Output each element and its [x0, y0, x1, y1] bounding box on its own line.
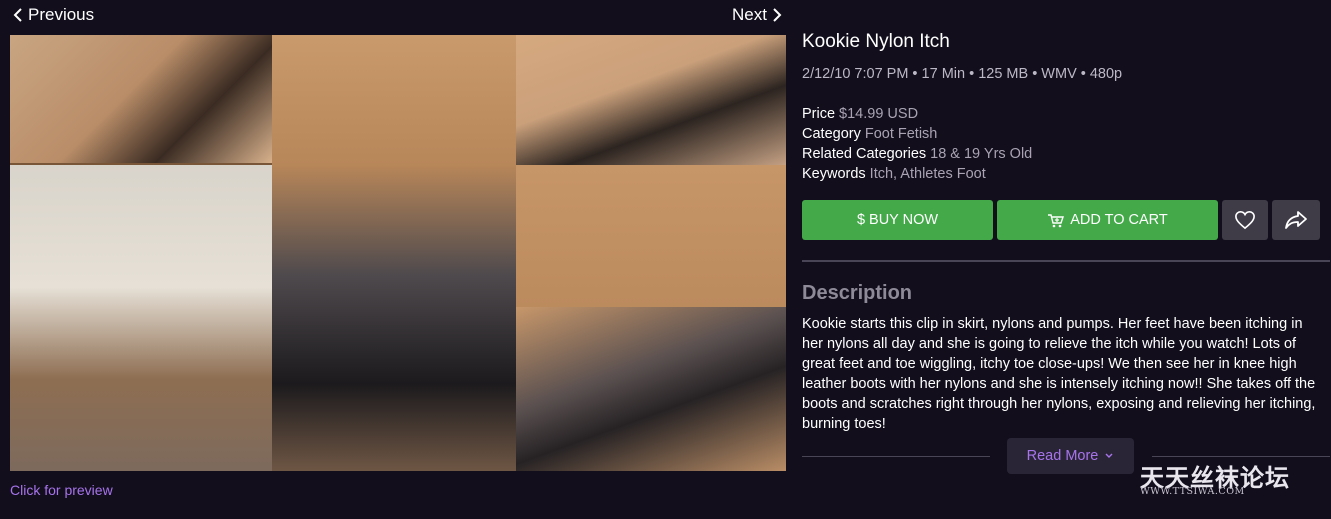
read-more-label: Read More — [1026, 448, 1099, 464]
buy-now-label: $ BUY NOW — [856, 212, 939, 228]
detail-label: Related Categories — [802, 146, 927, 162]
product-title: Kookie Nylon Itch — [802, 31, 950, 52]
detail-label: Price — [802, 106, 836, 122]
previous-link[interactable]: Previous — [12, 4, 94, 26]
description-text: Kookie starts this clip in skirt, nylons… — [802, 316, 1316, 432]
watermark-url: WWW.TTSIWA.COM — [1140, 486, 1245, 497]
preview-tile-bottom-left — [10, 165, 272, 471]
description-heading: Description — [802, 282, 913, 304]
chevron-down-icon — [1105, 453, 1113, 458]
preview-tile-top-left — [10, 35, 272, 163]
previous-label: Previous — [28, 5, 95, 24]
preview-tile-center — [272, 35, 516, 471]
preview-tile-middle-right — [516, 165, 786, 307]
detail-value: $14.99 USD — [839, 106, 919, 122]
preview-image[interactable] — [10, 35, 786, 471]
detail-keywords: Keywords Itch, Athletes Foot — [802, 166, 986, 182]
detail-price: Price $14.99 USD — [802, 106, 918, 122]
chevron-right-icon — [773, 8, 782, 22]
preview-tile-bottom-right — [516, 307, 786, 471]
read-more-divider-right — [1152, 456, 1330, 457]
heart-icon — [1235, 210, 1255, 230]
detail-value[interactable]: Foot Fetish — [865, 126, 938, 142]
share-button[interactable] — [1272, 200, 1320, 240]
next-link[interactable]: Next — [732, 4, 783, 26]
preview-link[interactable]: Click for preview — [10, 482, 113, 498]
read-more-button[interactable]: Read More — [1007, 438, 1134, 474]
add-to-cart-label: ADD TO CART — [1070, 212, 1168, 228]
detail-value[interactable]: 18 & 19 Yrs Old — [930, 146, 1032, 162]
chevron-left-icon — [13, 8, 22, 22]
add-to-cart-button[interactable]: ADD TO CART — [997, 200, 1218, 240]
preview-tile-top-right — [516, 35, 786, 165]
next-label: Next — [732, 5, 767, 24]
detail-label: Category — [802, 126, 861, 142]
buy-now-button[interactable]: $ BUY NOW — [802, 200, 993, 240]
detail-category: Category Foot Fetish — [802, 126, 937, 142]
detail-label: Keywords — [802, 166, 866, 182]
read-more-divider-left — [802, 456, 990, 457]
product-meta: 2/12/10 7:07 PM • 17 Min • 125 MB • WMV … — [802, 66, 1123, 82]
section-divider — [802, 260, 1330, 262]
detail-value[interactable]: Itch, Athletes Foot — [870, 166, 986, 182]
favorite-button[interactable] — [1222, 200, 1268, 240]
detail-related-categories: Related Categories 18 & 19 Yrs Old — [802, 146, 1032, 162]
cart-icon — [1048, 213, 1065, 227]
share-icon — [1285, 211, 1307, 229]
